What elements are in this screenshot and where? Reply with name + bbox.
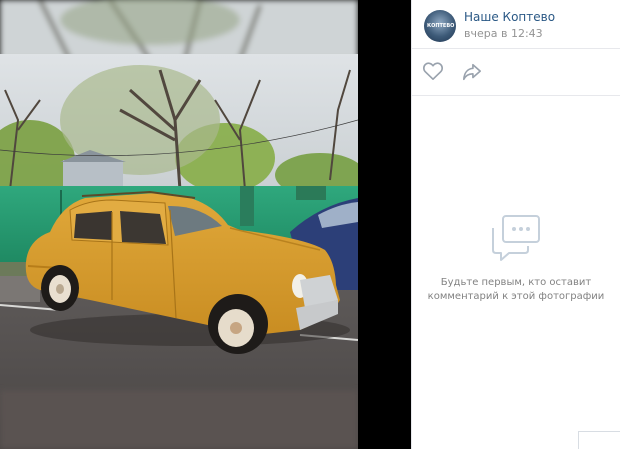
comment-bubble-icon [491,214,541,262]
photo-image[interactable] [0,0,358,449]
post-actions [412,48,620,96]
post-author: КОПТЕВО Наше Коптево вчера в 12:43 [424,10,614,44]
avatar[interactable]: КОПТЕВО [424,10,456,42]
comment-input-edge [578,431,620,449]
photo-viewer[interactable] [0,0,358,449]
photo-sidebar: КОПТЕВО Наше Коптево вчера в 12:43 Будьт… [411,0,620,449]
comments-empty-state: Будьте первым, кто оставит комментарий к… [412,214,620,304]
comments-empty-text: Будьте первым, кто оставит комментарий к… [427,277,605,302]
viewer-gutter [358,0,411,449]
heart-icon[interactable] [422,61,444,81]
avatar-label: КОПТЕВО [427,23,455,29]
share-arrow-icon[interactable] [461,62,483,82]
author-name-link[interactable]: Наше Коптево [464,10,555,24]
post-time[interactable]: вчера в 12:43 [464,27,543,40]
